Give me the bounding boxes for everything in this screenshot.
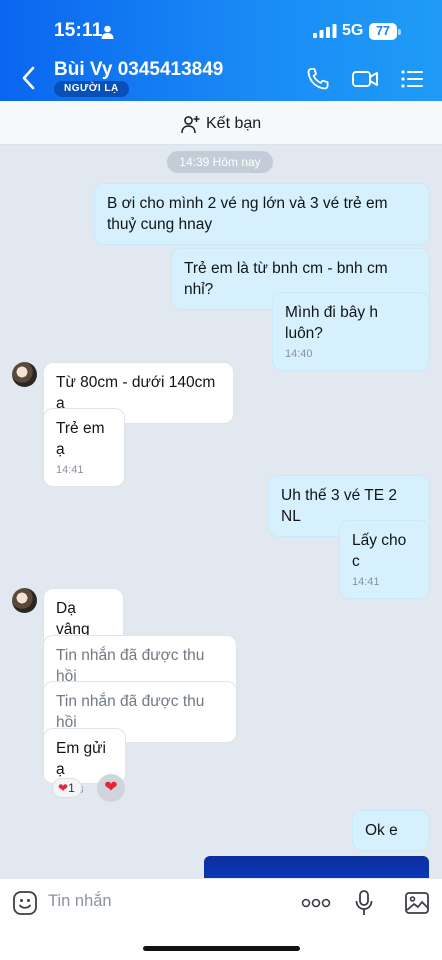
stranger-badge: NGƯỜI LẠ [54, 81, 129, 97]
reaction-count: 1 [68, 781, 75, 795]
message-input-bar: Tin nhắn [0, 878, 442, 960]
status-time: 15:11 [54, 20, 103, 41]
message-bubble[interactable]: B ơi cho mình 2 vé ng lớn và 3 vé trẻ em… [94, 183, 430, 245]
heart-icon: ❤ [104, 779, 118, 796]
message-text: Ok e [365, 822, 398, 839]
message-input[interactable]: Tin nhắn [48, 892, 112, 911]
battery-icon: 77 [369, 23, 401, 40]
avatar[interactable] [12, 588, 37, 613]
message-text: Dạ vâng [56, 600, 90, 638]
mic-icon[interactable] [353, 889, 375, 917]
date-chip: 14:39 Hôm nay [167, 151, 273, 173]
menu-list-icon[interactable] [399, 66, 425, 92]
message-text: Lấy cho c [352, 532, 407, 570]
add-friend-button[interactable]: Kết bạn [181, 113, 261, 135]
signal-icon [313, 24, 337, 38]
message-text: B ơi cho mình 2 vé ng lớn và 3 vé trẻ em… [107, 195, 388, 233]
network-type: 5G [342, 22, 364, 39]
emoji-icon[interactable] [12, 890, 38, 916]
message-text: Mình đi bây h luôn? [285, 304, 379, 342]
chat-area[interactable]: 14:39 Hôm nay B ơi cho mình 2 vé ng lớn … [0, 145, 442, 878]
add-friend-icon [181, 115, 200, 133]
battery-level: 77 [369, 23, 397, 40]
message-text: Tin nhắn đã được thu hồi [56, 647, 205, 685]
video-icon[interactable] [351, 66, 379, 92]
message-text: Tin nhắn đã được thu hồi [56, 693, 205, 731]
heart-icon: ❤ [58, 781, 69, 795]
message-bubble[interactable]: Trẻ em ạ 14:41 [43, 408, 125, 487]
message-time: 14:41 [56, 464, 84, 476]
add-friend-label: Kết bạn [206, 115, 262, 132]
reaction-badge[interactable]: ❤1 [52, 778, 82, 798]
chat-header: 15:11 5G 77 Bùi Vy 0345413849 NGƯỜI LẠ [0, 0, 442, 101]
home-indicator [143, 946, 300, 951]
more-icon[interactable] [301, 897, 331, 909]
add-reaction-button[interactable]: ❤ [97, 774, 125, 802]
person-icon [101, 25, 114, 39]
message-text: Từ 80cm - dưới 140cm ạ [56, 374, 216, 412]
message-text: Em gửi ạ [56, 740, 106, 778]
message-bubble[interactable]: Mình đi bây h luôn? 14:40 [272, 292, 430, 371]
back-icon[interactable] [18, 64, 40, 92]
message-bubble[interactable]: Lấy cho c 14:41 [339, 520, 430, 599]
chat-title[interactable]: Bùi Vy 0345413849 [54, 59, 223, 81]
image-message[interactable] [204, 856, 429, 878]
message-bubble[interactable]: Ok e [352, 810, 430, 851]
phone-icon[interactable] [305, 66, 331, 92]
message-time: 14:40 [285, 348, 313, 360]
avatar[interactable] [12, 362, 37, 387]
message-text: Trẻ em ạ [56, 420, 105, 458]
friend-request-bar: Kết bạn [0, 101, 442, 145]
message-time: 14:41 [352, 576, 380, 588]
image-icon[interactable] [404, 890, 430, 916]
